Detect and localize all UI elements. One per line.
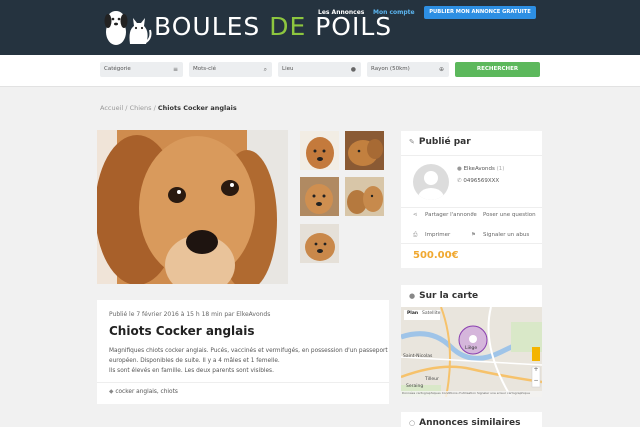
puppy-thumbnail [300,131,339,170]
pencil-icon: ✎ [409,138,415,146]
divider [401,155,542,156]
keywords-input[interactable]: Mots-clé ⌕ [189,62,272,77]
keywords-placeholder: Mots-clé [193,66,217,72]
map-heading: ● Sur la carte [409,291,478,301]
map-label-saint-nicolas: Saint-Nicolas [403,354,433,359]
publisher-name-line: ● ElkeAvonds (1) [457,166,504,172]
map-heading-text: Sur la carte [419,291,479,301]
radius-placeholder: Rayon (50km) [371,66,410,72]
map-pin-icon: ● [350,66,356,73]
thumbnail-4[interactable] [345,177,384,216]
site-header: BOULES DE POILS Les Annonces Mon compte … [0,0,640,55]
logo-text-part: BOULES [154,12,270,41]
publisher-card: ✎ Publié par ● ElkeAvonds (1) ✆ 0496569XX… [401,131,542,268]
breadcrumb: Accueil / Chiens / Chiots Cocker anglais [100,104,237,112]
search-bar: Catégorie ≡ Mots-clé ⌕ Lieu ● Rayon (50k… [0,55,640,87]
map-label-seraing: Seraing [406,384,424,389]
puppy-thumbnail [345,177,384,216]
publish-ad-button[interactable]: PUBLIER MON ANNONCE GRATUITE [424,6,536,19]
puppy-thumbnail [300,177,339,216]
publisher-count: (1) [496,166,505,172]
thumbnail-5[interactable] [300,224,339,263]
report-abuse-label: Signaler un abus [483,232,530,238]
phone-icon: ✆ [457,178,462,184]
description-line: Ils sont élevés en famille. Les deux par… [109,368,274,374]
flag-icon: ⚑ [471,232,476,238]
publisher-heading-text: Publié par [418,137,471,147]
map-credit-terms[interactable]: Conditions d'utilisation [442,391,476,395]
site-logo[interactable]: BOULES DE POILS [100,6,391,48]
ask-question-label: Poser une question [483,212,536,218]
nav-link-mon-compte[interactable]: Mon compte [373,9,415,16]
main-listing-photo[interactable] [97,130,288,284]
category-select[interactable]: Catégorie ≡ [100,62,183,77]
description-line: Magnifiques chiots cocker anglais. Pucés… [109,348,388,354]
crosshair-icon: ⊕ [438,66,444,73]
map-label-tilleur: Tilleur [425,377,439,382]
category-placeholder: Catégorie [104,66,131,72]
publisher-name[interactable]: ElkeAvonds [464,166,495,172]
published-info: Publié le 7 février 2016 à 15 h 18 min p… [109,311,271,318]
similar-heading-text: Annonces similaires [419,418,521,427]
logo-text-part: POILS [306,12,393,41]
circle-icon: ○ [409,419,416,427]
share-icon: ⋖ [413,212,418,218]
thumbnail-1[interactable] [300,131,339,170]
publisher-phone[interactable]: 0496569XXX [463,178,499,184]
listing-title: Chiots Cocker anglais [109,324,255,338]
tag-icon: ◆ [109,389,114,395]
publisher-heading: ✎ Publié par [409,137,471,147]
divider [401,243,542,244]
similar-heading: ○ Annonces similaires [409,418,520,427]
logo-text-accent: DE [269,12,307,41]
user-icon: ● [457,166,462,172]
zoom-out-button[interactable]: − [532,377,540,384]
map-type-plan[interactable]: Plan [407,311,418,316]
thumbnail-3[interactable] [300,177,339,216]
map-credits: Données cartographiques Conditions d'uti… [402,391,530,395]
puppy-thumbnail [345,131,384,170]
menu-icon: ≡ [172,66,178,73]
similar-listings-card: ○ Annonces similaires [401,412,542,427]
listing-tags: ◆ cocker anglais, chiots [109,389,178,395]
search-button[interactable]: RECHERCHER [455,62,540,77]
puppy-thumbnail [300,224,339,263]
map-credit-report[interactable]: Signaler une erreur cartographique [477,391,530,395]
location-map[interactable]: Plan Satellite Liège Saint-Nicolas Tille… [401,307,542,397]
radius-select[interactable]: Rayon (50km) ⊕ [367,62,449,77]
listing-description-card: Publié le 7 février 2016 à 15 h 18 min p… [97,300,389,404]
map-card: ● Sur la carte Plan Satellite Liège Saint… [401,285,542,397]
description-line: européen. Disponibles de suite. Il y a 4… [109,358,280,364]
dog-cat-mascot-icon [104,11,152,45]
divider [97,382,389,383]
user-silhouette-icon [418,171,444,200]
divider [401,207,542,208]
nav-link-annonces[interactable]: Les Annonces [318,9,364,16]
breadcrumb-category[interactable]: Chiens [130,104,152,112]
map-label-liege: Liège [465,346,478,351]
location-input[interactable]: Lieu ● [278,62,361,77]
tags-text[interactable]: cocker anglais, chiots [115,389,178,395]
map-credit-data: Données cartographiques [402,391,441,395]
print-icon: ⎙ [413,232,418,238]
listing-description: Magnifiques chiots cocker anglais. Pucés… [109,346,388,376]
puppy-photo [97,130,288,284]
map-type-satellite[interactable]: Satellite [422,311,440,316]
listing-price: 500.00€ [413,250,459,261]
logo-wordmark: BOULES DE POILS [154,12,392,41]
location-placeholder: Lieu [282,66,294,72]
avatar[interactable] [413,164,449,200]
zoom-in-button[interactable]: + [532,366,540,373]
map-pin-icon: ● [409,292,416,300]
breadcrumb-current: Chiots Cocker anglais [157,104,237,112]
thumbnail-2[interactable] [345,131,384,170]
publisher-phone-line: ✆ 0496569XXX [457,178,499,184]
question-icon: ? [471,212,474,218]
search-icon: ⌕ [263,66,267,73]
breadcrumb-home[interactable]: Accueil [100,104,123,112]
